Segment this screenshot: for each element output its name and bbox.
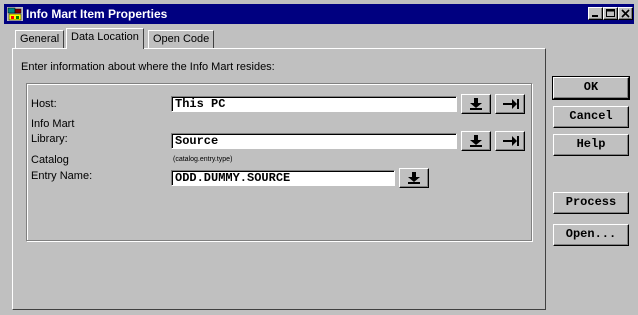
catalog-hint: (catalog.entry.type)	[173, 156, 233, 163]
open-button[interactable]: Open...	[553, 224, 629, 246]
catalog-label: Catalog	[31, 154, 69, 166]
instructions-text: Enter information about where the Info M…	[21, 61, 275, 73]
tab-general[interactable]: General	[15, 30, 65, 48]
tab-open-code[interactable]: Open Code	[148, 30, 215, 48]
cancel-button[interactable]: Cancel	[553, 106, 629, 128]
window-title: Info Mart Item Properties	[26, 7, 168, 21]
process-button[interactable]: Process	[553, 192, 629, 214]
host-field[interactable]: This PC	[171, 96, 457, 112]
library-label: Library:	[31, 133, 68, 145]
tab-panel-data-location: Enter information about where the Info M…	[12, 48, 546, 310]
library-select-button[interactable]	[461, 131, 491, 151]
library-browse-button[interactable]	[495, 131, 525, 151]
host-select-button[interactable]	[461, 94, 491, 114]
entry-name-field[interactable]: ODD.DUMMY.SOURCE	[171, 170, 395, 186]
host-label: Host:	[31, 98, 57, 110]
tab-data-location[interactable]: Data Location	[66, 28, 144, 49]
ok-button[interactable]: OK	[552, 76, 630, 100]
location-group: Host: This PC Info Mart Library: Source	[26, 83, 532, 241]
title-bar[interactable]: Info Mart Item Properties	[4, 4, 634, 24]
help-button[interactable]: Help	[553, 134, 629, 156]
app-icon	[7, 7, 23, 21]
minimize-button[interactable]	[588, 7, 603, 20]
dialog-window: Info Mart Item Properties General Data L…	[0, 0, 638, 315]
entry-name-label: Entry Name:	[31, 170, 93, 182]
host-browse-button[interactable]	[495, 94, 525, 114]
library-field[interactable]: Source	[171, 133, 457, 149]
close-button[interactable]	[618, 7, 633, 20]
maximize-button[interactable]	[603, 7, 618, 20]
entry-name-select-button[interactable]	[399, 168, 429, 188]
info-mart-label: Info Mart	[31, 118, 75, 130]
